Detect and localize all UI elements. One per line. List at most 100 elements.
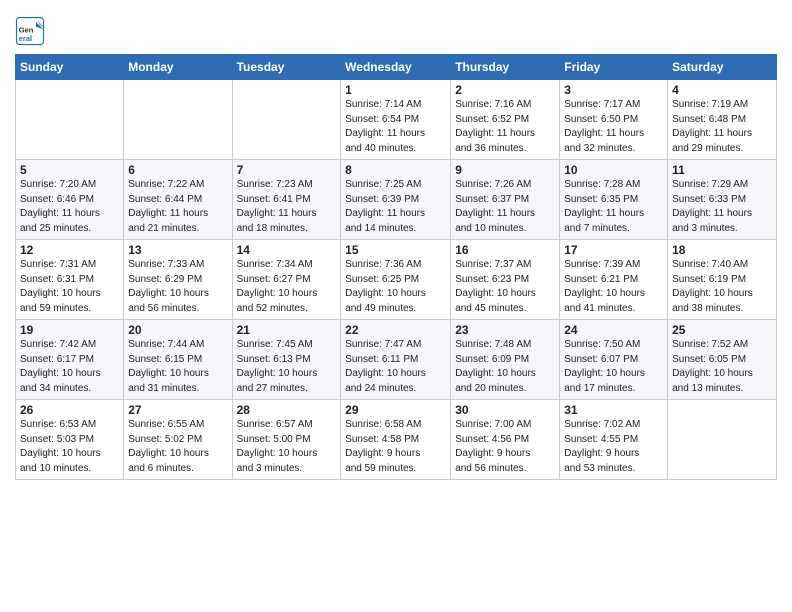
- day-number: 4: [672, 83, 772, 97]
- calendar-cell: 14Sunrise: 7:34 AM Sunset: 6:27 PM Dayli…: [232, 240, 341, 320]
- weekday-header-monday: Monday: [124, 55, 232, 80]
- calendar-cell: 11Sunrise: 7:29 AM Sunset: 6:33 PM Dayli…: [668, 160, 777, 240]
- day-number: 17: [564, 243, 663, 257]
- weekday-header-thursday: Thursday: [451, 55, 560, 80]
- weekday-header-saturday: Saturday: [668, 55, 777, 80]
- day-info: Sunrise: 7:52 AM Sunset: 6:05 PM Dayligh…: [672, 338, 772, 396]
- day-number: 21: [237, 323, 337, 337]
- calendar-week-row: 5Sunrise: 7:20 AM Sunset: 6:46 PM Daylig…: [16, 160, 777, 240]
- calendar-cell: 22Sunrise: 7:47 AM Sunset: 6:11 PM Dayli…: [341, 320, 451, 400]
- day-number: 27: [128, 403, 227, 417]
- day-info: Sunrise: 7:45 AM Sunset: 6:13 PM Dayligh…: [237, 338, 337, 396]
- calendar-cell: [668, 400, 777, 480]
- page-header: Gen eral: [15, 10, 777, 46]
- calendar-table: SundayMondayTuesdayWednesdayThursdayFrid…: [15, 54, 777, 480]
- day-number: 11: [672, 163, 772, 177]
- weekday-header-wednesday: Wednesday: [341, 55, 451, 80]
- day-info: Sunrise: 7:42 AM Sunset: 6:17 PM Dayligh…: [20, 338, 119, 396]
- day-number: 30: [455, 403, 555, 417]
- calendar-cell: [232, 80, 341, 160]
- calendar-cell: 26Sunrise: 6:53 AM Sunset: 5:03 PM Dayli…: [16, 400, 124, 480]
- day-info: Sunrise: 7:29 AM Sunset: 6:33 PM Dayligh…: [672, 178, 772, 236]
- day-info: Sunrise: 7:39 AM Sunset: 6:21 PM Dayligh…: [564, 258, 663, 316]
- calendar-cell: 16Sunrise: 7:37 AM Sunset: 6:23 PM Dayli…: [451, 240, 560, 320]
- weekday-header-friday: Friday: [560, 55, 668, 80]
- day-info: Sunrise: 7:36 AM Sunset: 6:25 PM Dayligh…: [345, 258, 446, 316]
- calendar-cell: 30Sunrise: 7:00 AM Sunset: 4:56 PM Dayli…: [451, 400, 560, 480]
- day-number: 28: [237, 403, 337, 417]
- day-number: 12: [20, 243, 119, 257]
- day-number: 29: [345, 403, 446, 417]
- day-info: Sunrise: 6:57 AM Sunset: 5:00 PM Dayligh…: [237, 418, 337, 476]
- logo: Gen eral: [15, 16, 49, 46]
- calendar-cell: 3Sunrise: 7:17 AM Sunset: 6:50 PM Daylig…: [560, 80, 668, 160]
- calendar-cell: 24Sunrise: 7:50 AM Sunset: 6:07 PM Dayli…: [560, 320, 668, 400]
- calendar-cell: 6Sunrise: 7:22 AM Sunset: 6:44 PM Daylig…: [124, 160, 232, 240]
- calendar-cell: 20Sunrise: 7:44 AM Sunset: 6:15 PM Dayli…: [124, 320, 232, 400]
- day-number: 14: [237, 243, 337, 257]
- calendar-cell: 21Sunrise: 7:45 AM Sunset: 6:13 PM Dayli…: [232, 320, 341, 400]
- calendar-cell: 15Sunrise: 7:36 AM Sunset: 6:25 PM Dayli…: [341, 240, 451, 320]
- calendar-cell: 8Sunrise: 7:25 AM Sunset: 6:39 PM Daylig…: [341, 160, 451, 240]
- day-info: Sunrise: 7:33 AM Sunset: 6:29 PM Dayligh…: [128, 258, 227, 316]
- day-info: Sunrise: 7:47 AM Sunset: 6:11 PM Dayligh…: [345, 338, 446, 396]
- day-number: 10: [564, 163, 663, 177]
- day-info: Sunrise: 7:23 AM Sunset: 6:41 PM Dayligh…: [237, 178, 337, 236]
- calendar-week-row: 19Sunrise: 7:42 AM Sunset: 6:17 PM Dayli…: [16, 320, 777, 400]
- weekday-header-tuesday: Tuesday: [232, 55, 341, 80]
- day-info: Sunrise: 7:44 AM Sunset: 6:15 PM Dayligh…: [128, 338, 227, 396]
- day-number: 23: [455, 323, 555, 337]
- calendar-cell: 5Sunrise: 7:20 AM Sunset: 6:46 PM Daylig…: [16, 160, 124, 240]
- calendar-cell: 2Sunrise: 7:16 AM Sunset: 6:52 PM Daylig…: [451, 80, 560, 160]
- day-number: 13: [128, 243, 227, 257]
- day-number: 16: [455, 243, 555, 257]
- weekday-header-sunday: Sunday: [16, 55, 124, 80]
- day-number: 3: [564, 83, 663, 97]
- calendar-cell: [124, 80, 232, 160]
- day-number: 26: [20, 403, 119, 417]
- day-info: Sunrise: 7:28 AM Sunset: 6:35 PM Dayligh…: [564, 178, 663, 236]
- day-number: 24: [564, 323, 663, 337]
- day-info: Sunrise: 7:48 AM Sunset: 6:09 PM Dayligh…: [455, 338, 555, 396]
- day-info: Sunrise: 6:53 AM Sunset: 5:03 PM Dayligh…: [20, 418, 119, 476]
- calendar-cell: 31Sunrise: 7:02 AM Sunset: 4:55 PM Dayli…: [560, 400, 668, 480]
- day-number: 22: [345, 323, 446, 337]
- calendar-cell: 12Sunrise: 7:31 AM Sunset: 6:31 PM Dayli…: [16, 240, 124, 320]
- day-info: Sunrise: 7:19 AM Sunset: 6:48 PM Dayligh…: [672, 98, 772, 156]
- day-number: 1: [345, 83, 446, 97]
- day-number: 9: [455, 163, 555, 177]
- day-info: Sunrise: 7:20 AM Sunset: 6:46 PM Dayligh…: [20, 178, 119, 236]
- day-number: 2: [455, 83, 555, 97]
- day-number: 25: [672, 323, 772, 337]
- day-info: Sunrise: 6:55 AM Sunset: 5:02 PM Dayligh…: [128, 418, 227, 476]
- day-number: 18: [672, 243, 772, 257]
- day-number: 8: [345, 163, 446, 177]
- calendar-cell: 4Sunrise: 7:19 AM Sunset: 6:48 PM Daylig…: [668, 80, 777, 160]
- weekday-header-row: SundayMondayTuesdayWednesdayThursdayFrid…: [16, 55, 777, 80]
- calendar-cell: 19Sunrise: 7:42 AM Sunset: 6:17 PM Dayli…: [16, 320, 124, 400]
- calendar-cell: 17Sunrise: 7:39 AM Sunset: 6:21 PM Dayli…: [560, 240, 668, 320]
- calendar-cell: 10Sunrise: 7:28 AM Sunset: 6:35 PM Dayli…: [560, 160, 668, 240]
- calendar-cell: 18Sunrise: 7:40 AM Sunset: 6:19 PM Dayli…: [668, 240, 777, 320]
- calendar-week-row: 1Sunrise: 7:14 AM Sunset: 6:54 PM Daylig…: [16, 80, 777, 160]
- day-info: Sunrise: 7:34 AM Sunset: 6:27 PM Dayligh…: [237, 258, 337, 316]
- day-number: 7: [237, 163, 337, 177]
- calendar-week-row: 12Sunrise: 7:31 AM Sunset: 6:31 PM Dayli…: [16, 240, 777, 320]
- day-info: Sunrise: 7:31 AM Sunset: 6:31 PM Dayligh…: [20, 258, 119, 316]
- day-info: Sunrise: 7:22 AM Sunset: 6:44 PM Dayligh…: [128, 178, 227, 236]
- calendar-cell: [16, 80, 124, 160]
- calendar-page: Gen eral SundayMondayTuesdayWednesdayThu…: [0, 0, 792, 495]
- calendar-cell: 23Sunrise: 7:48 AM Sunset: 6:09 PM Dayli…: [451, 320, 560, 400]
- day-info: Sunrise: 7:37 AM Sunset: 6:23 PM Dayligh…: [455, 258, 555, 316]
- calendar-cell: 27Sunrise: 6:55 AM Sunset: 5:02 PM Dayli…: [124, 400, 232, 480]
- day-info: Sunrise: 7:40 AM Sunset: 6:19 PM Dayligh…: [672, 258, 772, 316]
- day-number: 20: [128, 323, 227, 337]
- calendar-cell: 13Sunrise: 7:33 AM Sunset: 6:29 PM Dayli…: [124, 240, 232, 320]
- day-info: Sunrise: 7:16 AM Sunset: 6:52 PM Dayligh…: [455, 98, 555, 156]
- calendar-cell: 7Sunrise: 7:23 AM Sunset: 6:41 PM Daylig…: [232, 160, 341, 240]
- logo-icon: Gen eral: [15, 16, 45, 46]
- day-number: 6: [128, 163, 227, 177]
- calendar-cell: 25Sunrise: 7:52 AM Sunset: 6:05 PM Dayli…: [668, 320, 777, 400]
- day-info: Sunrise: 7:17 AM Sunset: 6:50 PM Dayligh…: [564, 98, 663, 156]
- day-info: Sunrise: 7:14 AM Sunset: 6:54 PM Dayligh…: [345, 98, 446, 156]
